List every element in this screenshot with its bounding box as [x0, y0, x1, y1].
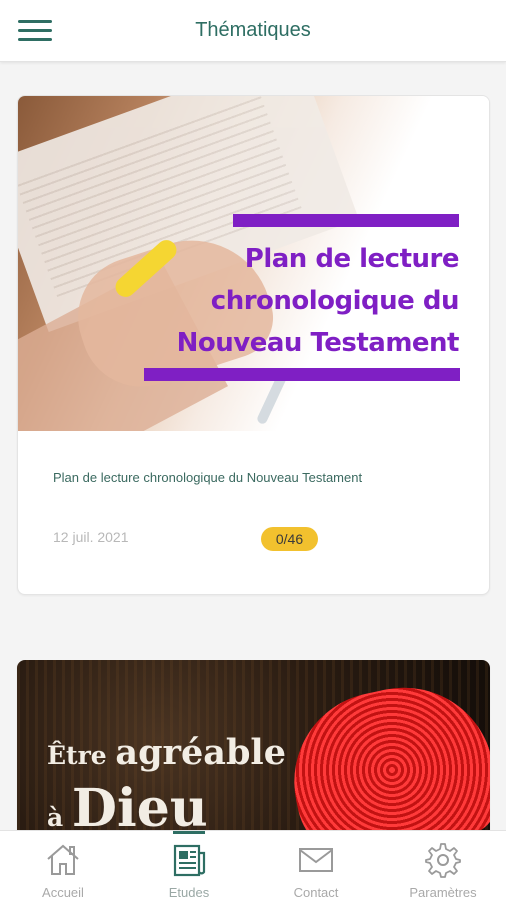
- study-date: 12 juil. 2021: [53, 529, 129, 545]
- cover-title-line: chronologique du: [210, 286, 460, 316]
- home-icon: [47, 844, 79, 875]
- nav-item-parametres[interactable]: Paramètres: [380, 831, 506, 900]
- app-header: Thématiques: [0, 0, 506, 62]
- study-card[interactable]: Être agréable à Dieu: [17, 660, 490, 830]
- study-description: Plan de lecture chronologique du Nouveau…: [53, 470, 363, 485]
- study-card[interactable]: Plan de lecture chronologique du Nouveau…: [17, 95, 490, 595]
- nav-label: Contact: [293, 885, 339, 900]
- cover-accent-bar-top: [233, 214, 459, 227]
- study-cover-image: Plan de lecture chronologique du Nouveau…: [18, 96, 489, 431]
- cover-accent-bar-bottom: [144, 368, 460, 381]
- nav-label: Accueil: [42, 885, 84, 900]
- active-tab-indicator: [173, 831, 205, 834]
- progress-badge: 0/46: [261, 527, 318, 551]
- nav-label: Paramètres: [409, 885, 477, 900]
- gear-icon: [425, 843, 461, 878]
- page-title: Thématiques: [195, 19, 311, 41]
- cover-title-line: Être agréable: [47, 732, 286, 773]
- nav-item-accueil[interactable]: Accueil: [0, 831, 126, 900]
- mail-icon: [299, 848, 333, 872]
- studies-icon: [173, 844, 206, 877]
- nav-item-contact[interactable]: Contact: [253, 831, 379, 900]
- nav-item-etudes[interactable]: Etudes: [126, 831, 252, 900]
- bottom-navigation: Accueil Etudes Contact Paramètres: [0, 830, 506, 900]
- nav-label: Etudes: [168, 885, 210, 900]
- cover-title-line: Plan de lecture: [244, 244, 460, 274]
- study-cover-image: Être agréable à Dieu: [17, 660, 490, 830]
- studies-list[interactable]: Plan de lecture chronologique du Nouveau…: [0, 62, 506, 830]
- cover-title-line: à Dieu: [47, 778, 208, 830]
- cover-title-line: Nouveau Testament: [176, 328, 460, 358]
- cover-title: Plan de lecture chronologique du Nouveau…: [129, 238, 460, 364]
